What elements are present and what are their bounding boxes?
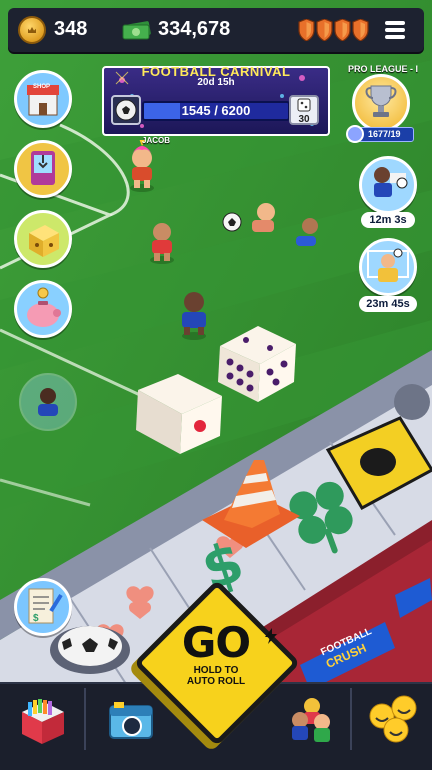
goalkeeper-icon — [367, 248, 409, 282]
hamburger-menu-button[interactable] — [382, 17, 408, 43]
player-card-timer-2: 23m 45s — [359, 296, 417, 312]
player-card-button-1[interactable] — [359, 156, 417, 214]
social-emoji-button[interactable] — [364, 690, 422, 748]
bottom-divider — [350, 688, 352, 750]
golden-dice-button[interactable] — [14, 210, 72, 268]
kicking-player-icon — [374, 167, 408, 197]
bottom-divider — [84, 688, 86, 750]
shield-icon — [352, 19, 369, 41]
football-reward-icon — [111, 95, 141, 125]
dice-reward-count: 30 — [298, 114, 310, 125]
cone-token — [202, 460, 300, 548]
shield-icon — [298, 19, 315, 41]
claw-machine-button[interactable] — [14, 140, 72, 198]
player-card-button-2[interactable] — [359, 238, 417, 296]
trophy-icon — [365, 85, 397, 117]
shop-label: SHOP — [33, 84, 51, 90]
team-players-icon — [292, 698, 330, 742]
cash-count: 334,678 — [158, 18, 231, 40]
shop-button[interactable] — [14, 70, 72, 128]
cash-icon — [122, 21, 151, 40]
soccer-ball — [222, 212, 242, 232]
player-name-tag: JACOB — [142, 136, 171, 145]
go-label: GO — [181, 618, 251, 667]
camera-button[interactable] — [104, 692, 160, 748]
league-title: PRO LEAGUE - I — [348, 64, 419, 74]
album-button[interactable] — [16, 694, 70, 748]
album-box-icon — [22, 699, 64, 744]
claw-machine-icon — [31, 151, 55, 185]
coin-count: 348 — [54, 18, 88, 40]
shield-icon — [334, 19, 351, 41]
player-diving — [252, 203, 318, 246]
lightning-icon — [265, 628, 277, 644]
go-subtitle-line2: AUTO ROLL — [186, 676, 246, 687]
team-button[interactable] — [284, 692, 340, 748]
shield-icon — [316, 19, 333, 41]
crown-coin-icon — [18, 16, 46, 44]
go-subtitle-line1: HOLD TO — [193, 665, 239, 676]
player-red — [150, 223, 174, 264]
league-rank-badge-icon — [346, 125, 364, 143]
event-progress-text: 1545 / 6200 — [181, 103, 251, 118]
player-jacob — [130, 140, 154, 192]
piggy-bank-icon — [27, 287, 61, 327]
player-blue — [182, 292, 206, 340]
league-progress-text: 1677/19 — [368, 129, 401, 139]
dice-left — [136, 374, 222, 454]
piggy-bank-button[interactable] — [14, 280, 72, 338]
go-subtitle: HOLD TO AUTO ROLL — [0, 665, 432, 687]
player-card-timer-1: 12m 3s — [361, 212, 415, 228]
golden-dice-icon — [29, 225, 59, 257]
bubble-player[interactable] — [18, 372, 78, 432]
camera-icon — [109, 702, 153, 739]
emoji-group-icon — [369, 695, 417, 743]
shop-icon — [27, 85, 59, 116]
